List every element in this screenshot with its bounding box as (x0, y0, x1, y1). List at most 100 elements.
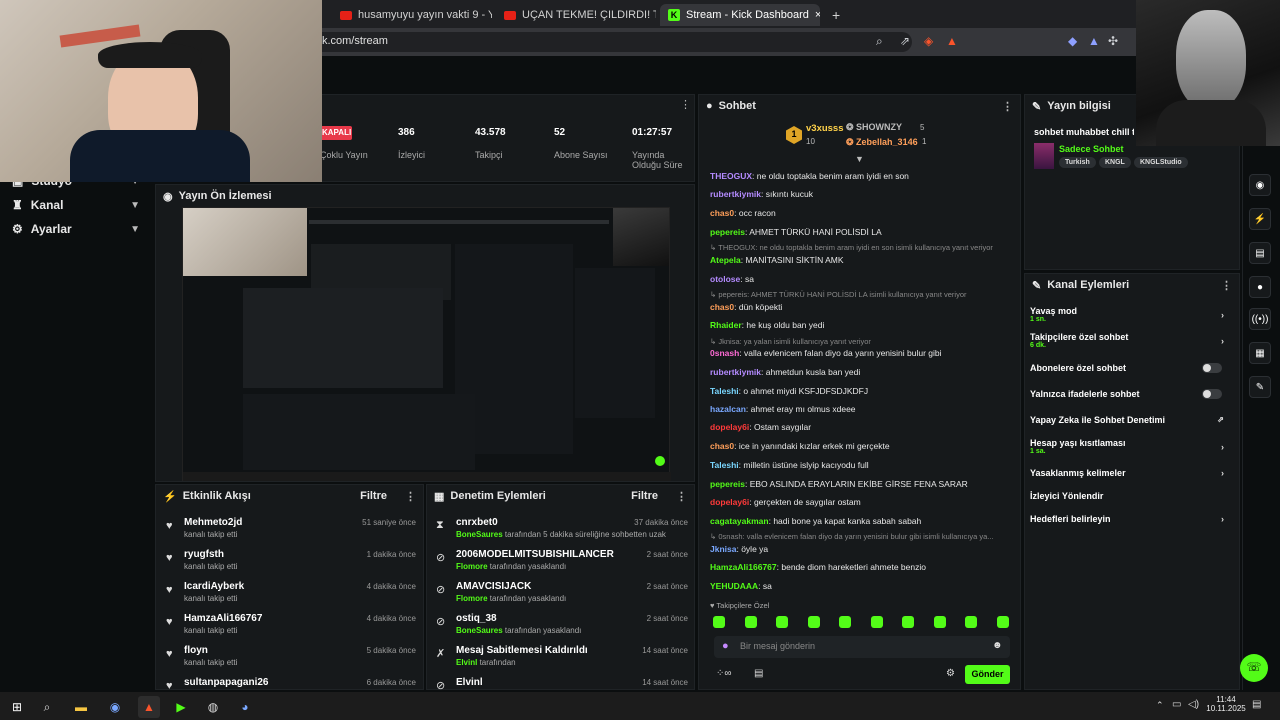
channel-action-2[interactable]: Abonelere özel sohbet (1030, 363, 1230, 373)
activity-username[interactable]: floyn (184, 645, 208, 656)
moderation-target[interactable]: 2006MODELMITSUBISHILANCER (456, 549, 614, 560)
chat-username[interactable]: chas0 (710, 208, 734, 218)
emote-icon[interactable] (902, 616, 914, 628)
chat-username[interactable]: hazalcan (710, 404, 746, 414)
emote-icon[interactable] (933, 616, 946, 628)
moderator-name[interactable]: Flomore (456, 594, 488, 603)
emote-icon[interactable] (744, 616, 757, 628)
emote-icon[interactable] (713, 616, 725, 628)
microphone-icon[interactable]: ● (722, 640, 729, 652)
activity-item[interactable]: ♥ Mehmeto2jd kanalı takip etti 51 saniye ön… (160, 514, 422, 546)
chat-username[interactable]: Atepela (710, 255, 741, 265)
chat-username[interactable]: otolose (710, 274, 740, 284)
search-icon[interactable]: ⌕ (36, 696, 58, 718)
extension-icon[interactable]: ◆ (1068, 34, 1077, 48)
close-tab-icon[interactable]: × (815, 9, 820, 21)
channel-action-1[interactable]: Takipçilere özel sohbet 6 dk. › (1030, 332, 1230, 349)
chat-username[interactable]: rubertkiymik (710, 367, 761, 377)
activity-username[interactable]: Mehmeto2jd (184, 517, 242, 528)
brave-rewards-icon[interactable]: ▲ (946, 34, 958, 48)
stream-tag[interactable]: KNGL (1099, 157, 1131, 168)
share-icon[interactable]: ⇗ (900, 34, 910, 48)
chat-username[interactable]: 0snash (710, 348, 739, 358)
clock[interactable]: 11:44 10.11.2025 (1206, 695, 1246, 713)
scene-icon[interactable]: ◉ (1249, 174, 1271, 196)
chat-username[interactable]: dopelay6i (710, 497, 749, 507)
emoji-icon[interactable]: ☻ (992, 640, 1003, 651)
moderation-target[interactable]: AMAVCISIJACK (456, 581, 531, 592)
channel-action-5[interactable]: Hesap yaşı kısıtlaması 1 sa. › (1030, 438, 1230, 455)
community-icon[interactable]: ⁘∞ (716, 668, 732, 679)
moderation-item[interactable]: ⧗ cnrxbet0 BoneSaures tarafından 5 dakika … (432, 514, 694, 546)
stats-menu-icon[interactable]: ⋮ (680, 98, 691, 111)
activity-filter-button[interactable]: Filtre (360, 490, 387, 502)
activity-username[interactable]: sultanpapagani26 (184, 677, 268, 688)
vpn-icon[interactable]: ▲ (1088, 34, 1100, 48)
top-gifter-3[interactable]: ❂ Zebellah_3146 (846, 137, 918, 148)
moderation-filter-button[interactable]: Filtre (631, 490, 658, 502)
activity-username[interactable]: IcardiAyberk (184, 581, 244, 592)
extensions-puzzle-icon[interactable]: ✣ (1108, 34, 1118, 48)
category-name[interactable]: Sadece Sohbet (1059, 144, 1124, 154)
stream-preview-video[interactable] (182, 207, 671, 481)
chat-username[interactable]: pepereis (710, 479, 745, 489)
stream-tag[interactable]: Turkish (1059, 157, 1096, 168)
chat-username[interactable]: dopelay6i (710, 422, 749, 432)
help-chat-button[interactable]: ☏ (1240, 654, 1268, 682)
activity-item[interactable]: ♥ ryugfsth kanalı takip etti 1 dakika önce (160, 546, 422, 578)
channel-action-7[interactable]: İzleyici Yönlendir (1030, 491, 1230, 501)
kick-app-icon[interactable]: ▶ (170, 696, 192, 718)
brave-browser-icon[interactable]: ▲ (138, 696, 160, 718)
tab-youtube-1[interactable]: husamyuyu yayın vakti 9 - YouTube (332, 4, 492, 26)
moderation-menu-icon[interactable]: ⋮ (676, 490, 687, 503)
windows-start-icon[interactable]: ⊞ (6, 696, 28, 718)
activity-username[interactable]: ryugfsth (184, 549, 224, 560)
chat-username[interactable]: HamzaAli166767 (710, 562, 777, 572)
channel-action-3[interactable]: Yalnızca ifadelerle sohbet (1030, 389, 1230, 399)
tray-chevron-icon[interactable]: ⌃ (1156, 700, 1164, 711)
tools-icon[interactable]: ✎ (1249, 376, 1271, 398)
moderation-item[interactable]: ⊘ 2006MODELMITSUBISHILANCER Flomore tarafı… (432, 546, 694, 578)
chat-username[interactable]: rubertkiymik (710, 189, 761, 199)
activity-username[interactable]: HamzaAli166767 (184, 613, 262, 624)
network-icon[interactable]: ▭ (1172, 699, 1181, 710)
file-explorer-icon[interactable]: ▬ (70, 696, 92, 718)
url-input[interactable]: ick.com/stream (312, 32, 912, 52)
new-tab-button[interactable]: + (824, 4, 844, 26)
collapse-icon[interactable]: ▼ (855, 154, 864, 164)
chat-username[interactable]: Jknisa (710, 544, 736, 554)
emote-icon[interactable] (996, 616, 1009, 628)
discord-icon[interactable]: ◉ (104, 696, 126, 718)
chat-input[interactable]: ● Bir mesaj gönderin ☻ (714, 636, 1010, 658)
store-icon[interactable]: ▤ (754, 668, 763, 679)
emote-icon[interactable] (839, 616, 851, 628)
chat-username[interactable]: Taleshi (710, 460, 739, 470)
emote-icon[interactable] (807, 616, 820, 628)
broadcast-icon[interactable]: ((•)) (1249, 308, 1271, 330)
lightning-icon[interactable]: ⚡ (1249, 208, 1271, 230)
notes-icon[interactable]: ▤ (1249, 242, 1271, 264)
emote-icon[interactable] (776, 616, 788, 628)
moderator-name[interactable]: BoneSaures (456, 626, 503, 635)
chat-menu-icon[interactable]: ⋮ (1002, 100, 1013, 113)
chat-username[interactable]: Taleshi (710, 386, 739, 396)
channel-action-8[interactable]: Hedefleri belirleyin › (1030, 514, 1230, 524)
zoom-icon[interactable]: ⌕ (876, 34, 883, 49)
chat-username[interactable]: YEHUDAAA (710, 581, 758, 591)
tab-youtube-2[interactable]: UÇAN TEKME! ÇILDIRDI! Türkiye'de Y (496, 4, 656, 26)
send-button[interactable]: Gönder (965, 665, 1010, 684)
stream-tag[interactable]: KNGLStudio (1134, 157, 1188, 168)
moderation-target[interactable]: cnrxbet0 (456, 517, 498, 528)
channel-action-0[interactable]: Yavaş mod 1 sn. › (1030, 306, 1230, 323)
chat-username[interactable]: chas0 (710, 441, 734, 451)
activity-menu-icon[interactable]: ⋮ (405, 490, 416, 503)
moderation-target[interactable]: ostiq_38 (456, 613, 497, 624)
moderation-item[interactable]: ⊘ AMAVCISIJACK Flomore tarafından yasaklan… (432, 578, 694, 610)
activity-item[interactable]: ♥ floyn kanalı takip etti 5 dakika önce (160, 642, 422, 674)
moderation-icon[interactable]: ▦ (1249, 342, 1271, 364)
chat-username[interactable]: cagatayakman (710, 516, 769, 526)
channel-action-6[interactable]: Yasaklanmış kelimeler › (1030, 468, 1230, 478)
activity-item[interactable]: ♥ HamzaAli166767 kanalı takip etti 4 dakika… (160, 610, 422, 642)
tab-kick-dashboard[interactable]: K Stream - Kick Dashboard × (660, 4, 820, 26)
moderator-name[interactable]: Elvinl (456, 658, 477, 667)
